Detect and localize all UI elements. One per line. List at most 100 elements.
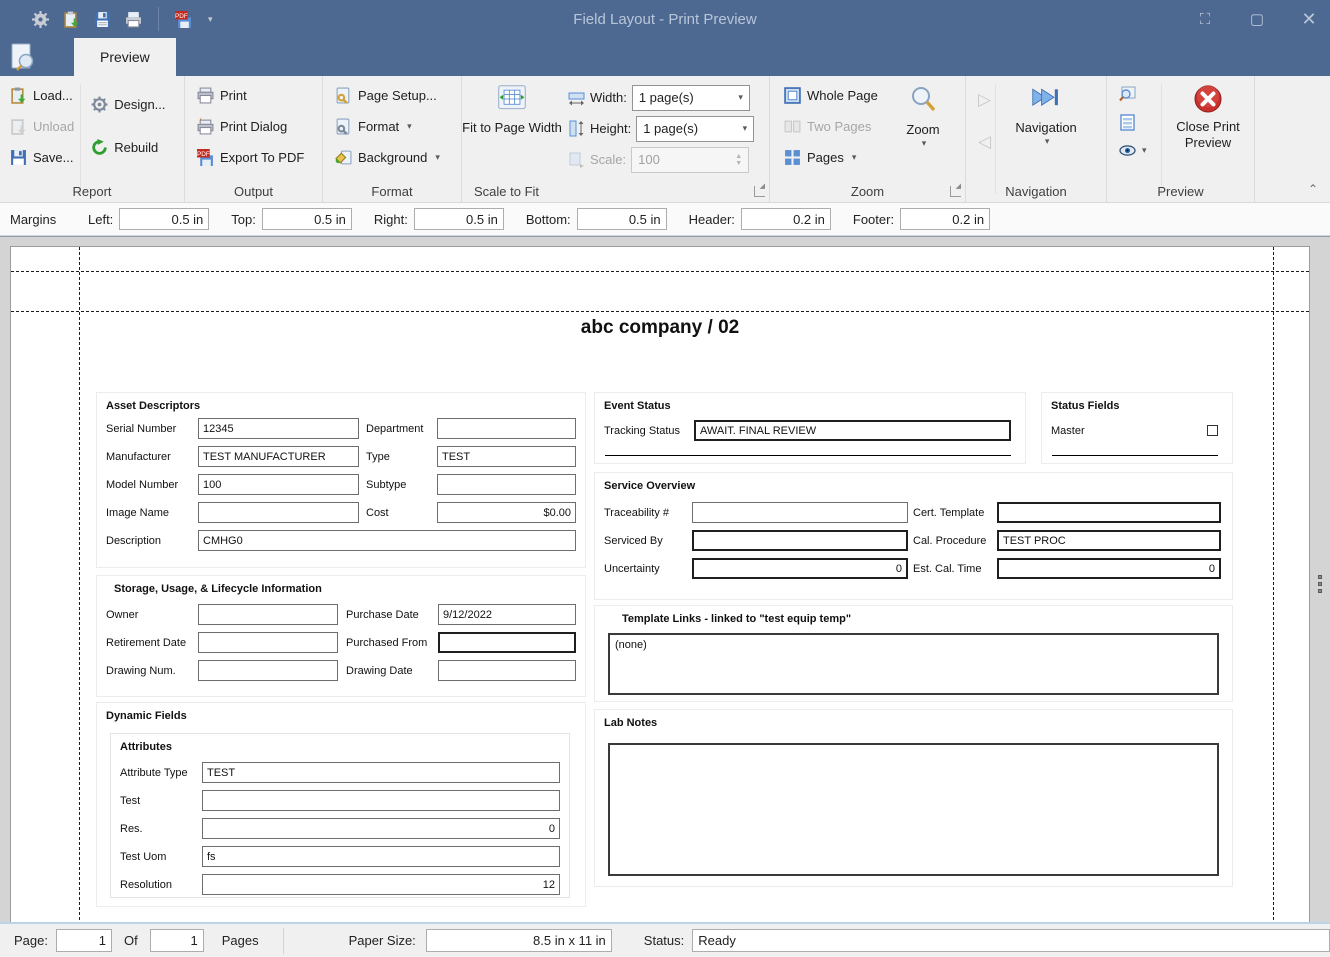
print-preview-viewport: abc company / 02 Asset Descriptors Seria… [0, 236, 1330, 922]
ribbon-group-format: Page Setup... Format▾ Background▾ Format [323, 76, 462, 202]
ribbon-spacer: ⌃ [1255, 76, 1330, 202]
pdf-save-dropdown-caret[interactable]: ▾ [208, 14, 213, 25]
department-value [437, 418, 576, 439]
margin-top-label: Top: [231, 212, 256, 227]
page-number-input[interactable]: 1 [56, 929, 112, 952]
purchase-date-label: Purchase Date [346, 609, 438, 621]
zoom-dialog-launcher[interactable] [950, 186, 961, 197]
ribbon-group-report: Load... Unload Save... Design... Rebuild… [0, 76, 185, 202]
printer-icon [197, 87, 214, 104]
drawing-date-label: Drawing Date [346, 665, 438, 677]
format-button[interactable]: Format▾ [331, 116, 461, 137]
template-links-header: Template Links - linked to "test equip t… [595, 606, 1232, 625]
status-fields-underline [1052, 455, 1218, 456]
department-label: Department [366, 423, 437, 435]
save-button[interactable]: Save... [6, 147, 78, 168]
whole-page-button[interactable]: Whole Page [780, 85, 888, 106]
asset-descriptors-header: Asset Descriptors [97, 393, 585, 412]
previous-page-arrow-icon[interactable]: ◁ [978, 132, 991, 152]
cal-procedure-label: Cal. Procedure [913, 535, 997, 547]
serviced-by-value [692, 530, 908, 551]
load-icon[interactable] [63, 11, 80, 28]
print-dialog-button[interactable]: 'Print Dialog [193, 116, 322, 137]
left-margin-guide [79, 247, 80, 925]
document-magnifier-icon [8, 42, 38, 72]
fit-page-width-icon [497, 84, 527, 114]
pdf-save-icon[interactable]: PDF [175, 11, 192, 28]
group-label-preview: Preview [1107, 184, 1254, 199]
description-label: Description [106, 535, 198, 547]
resolution-label: Resolution [120, 879, 202, 891]
maximize-icon[interactable]: ▢ [1244, 6, 1270, 32]
margin-bottom-label: Bottom: [526, 212, 571, 227]
svg-text:': ' [200, 118, 202, 126]
event-status-card: Event Status Tracking Status AWAIT. FINA… [594, 392, 1026, 464]
height-dropdown-caret: ▾ [743, 123, 748, 134]
description-value: CMHG0 [198, 530, 576, 551]
margin-bottom-input[interactable]: 0.5 in [577, 208, 667, 230]
margin-right-input[interactable]: 0.5 in [414, 208, 504, 230]
thumbnails-icon[interactable] [1119, 86, 1136, 103]
pages-dropdown-caret: ▾ [852, 152, 857, 163]
eye-dropdown-caret[interactable]: ▾ [1142, 145, 1147, 156]
load-button[interactable]: Load... [6, 85, 78, 106]
two-pages-icon [784, 118, 801, 135]
save-icon[interactable] [94, 11, 111, 28]
next-page-arrow-icon[interactable]: ▷ [978, 90, 991, 110]
margin-left-input[interactable]: 0.5 in [119, 208, 209, 230]
fit-window-icon[interactable]: ⛶ [1192, 6, 1218, 32]
scale-spin-arrows: ▲▼ [735, 153, 742, 167]
resolution-value: 12 [202, 874, 560, 895]
print-quick-icon[interactable] [125, 11, 142, 28]
eye-icon[interactable] [1119, 142, 1136, 159]
scale-to-fit-dialog-launcher[interactable] [754, 186, 765, 197]
manufacturer-label: Manufacturer [106, 451, 198, 463]
unload-button[interactable]: Unload [6, 116, 78, 137]
pages-button[interactable]: Pages▾ [780, 147, 888, 168]
panel-splitter-handle[interactable] [1318, 575, 1322, 593]
event-status-header: Event Status [595, 393, 1025, 412]
collapse-ribbon-chevron-icon[interactable]: ⌃ [1308, 182, 1318, 196]
purchased-from-value [438, 632, 576, 653]
top-margin-guide [11, 311, 1309, 312]
height-dropdown[interactable]: 1 page(s)▾ [636, 116, 754, 142]
model-number-value: 100 [198, 474, 359, 495]
print-button[interactable]: Print [193, 85, 322, 106]
margin-top-input[interactable]: 0.5 in [262, 208, 352, 230]
height-icon [568, 120, 585, 137]
ribbon-group-scale-to-fit: Fit to Page Width Width: 1 page(s)▾ Heig… [462, 76, 770, 202]
status-label: Status: [644, 933, 684, 948]
margin-footer-input[interactable]: 0.2 in [900, 208, 990, 230]
scale-spinner[interactable]: 100▲▼ [631, 147, 749, 173]
save-icon [10, 149, 27, 166]
design-button[interactable]: Design... [87, 94, 169, 115]
attribute-type-value: TEST [202, 762, 560, 783]
dynamic-fields-header: Dynamic Fields [97, 703, 585, 722]
page-setup-button[interactable]: Page Setup... [331, 85, 461, 106]
drawing-date-value [438, 660, 576, 681]
status-fields-card: Status Fields Master [1041, 392, 1233, 464]
paper-size-label: Paper Size: [349, 933, 416, 948]
two-pages-button[interactable]: Two Pages [780, 116, 888, 137]
est-cal-time-label: Est. Cal. Time [913, 563, 997, 575]
cost-value: $0.00 [437, 502, 576, 523]
cert-template-label: Cert. Template [913, 507, 997, 519]
settings-icon[interactable] [32, 11, 49, 28]
margin-header-input[interactable]: 0.2 in [741, 208, 831, 230]
tab-preview[interactable]: Preview [74, 38, 176, 76]
test-uom-label: Test Uom [120, 851, 202, 863]
rebuild-button[interactable]: Rebuild [87, 137, 169, 158]
close-window-icon[interactable]: ✕ [1296, 6, 1322, 32]
status-bar: Page: 1 Of 1 Pages Paper Size: 8.5 in x … [0, 922, 1330, 957]
margin-right-label: Right: [374, 212, 408, 227]
serviced-by-label: Serviced By [604, 535, 692, 547]
app-menu-button[interactable] [0, 38, 46, 76]
subtype-value [437, 474, 576, 495]
lab-notes-box [608, 743, 1219, 876]
page-view-icon[interactable] [1119, 114, 1136, 131]
width-dropdown[interactable]: 1 page(s)▾ [632, 85, 750, 111]
export-pdf-button[interactable]: PDFExport To PDF [193, 147, 322, 168]
attributes-header: Attributes [111, 734, 569, 753]
titlebar: PDF ▾ Field Layout - Print Preview ⛶ ▢ ✕ [0, 0, 1330, 38]
background-button[interactable]: Background▾ [331, 147, 461, 168]
